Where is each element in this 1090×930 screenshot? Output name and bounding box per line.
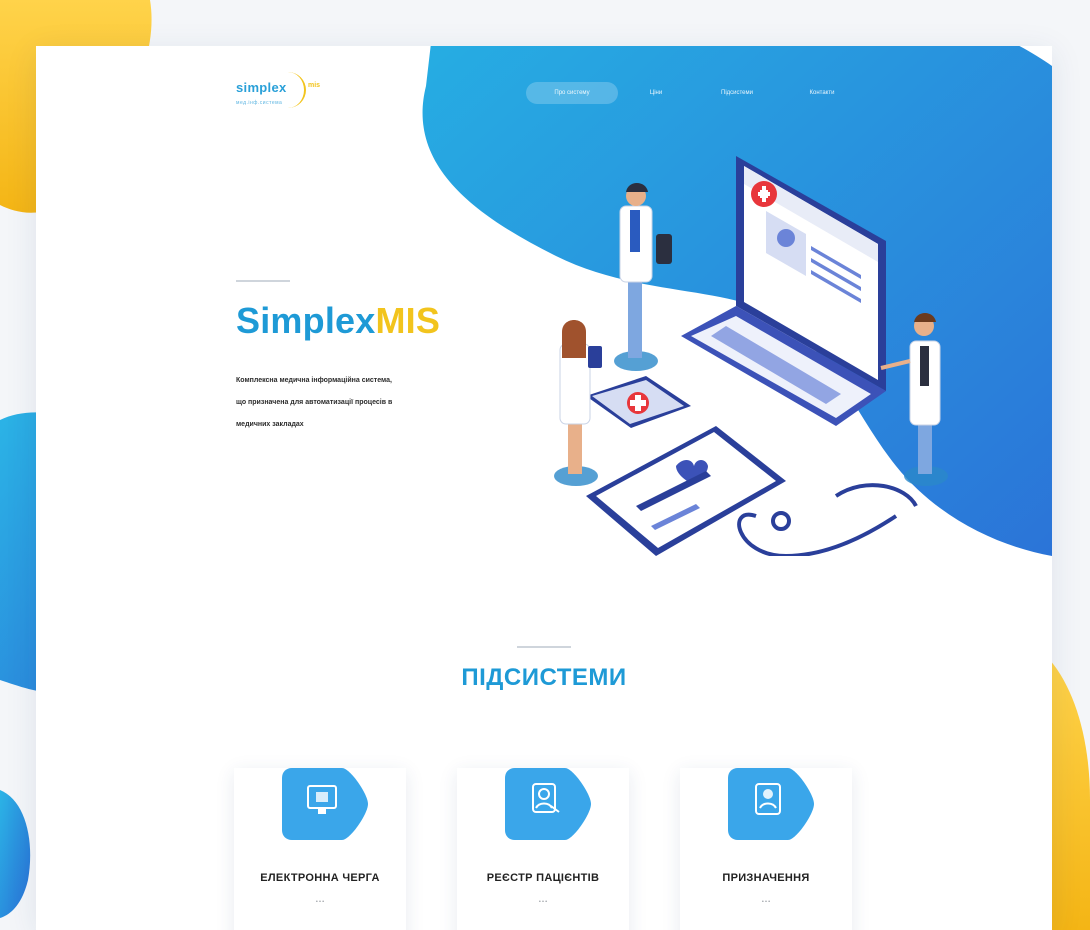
top-nav: Про систему Ціни Підсистеми Контакти bbox=[526, 82, 1006, 104]
laptop-icon bbox=[681, 156, 886, 426]
card-icon-badge bbox=[503, 762, 593, 846]
nav-item-prices[interactable]: Ціни bbox=[634, 82, 678, 104]
subsystem-card-prescription[interactable]: ПРИЗНАЧЕННЯ • • • bbox=[680, 768, 852, 930]
hero-illustration bbox=[554, 156, 948, 556]
card-icon-badge bbox=[726, 762, 816, 846]
hero-divider bbox=[236, 280, 290, 282]
logo-tag: mis bbox=[308, 82, 321, 89]
logo-subtitle: мед.інф.система bbox=[236, 100, 283, 106]
card-title: РЕЄСТР ПАЦІЄНТІВ bbox=[486, 872, 600, 884]
card-meta: • • • bbox=[315, 899, 325, 905]
section-title: ПІДСИСТЕМИ bbox=[461, 664, 627, 691]
nav-item-about[interactable]: Про систему bbox=[526, 82, 618, 104]
doctor-icon bbox=[880, 313, 948, 486]
hero-title: SimplexMIS bbox=[236, 300, 440, 342]
card-title: ПРИЗНАЧЕННЯ bbox=[722, 872, 810, 884]
card-icon-badge bbox=[280, 762, 370, 846]
nav-item-contacts[interactable]: Контакти bbox=[792, 82, 852, 104]
card-title: ЕЛЕКТРОННА ЧЕРГА bbox=[260, 872, 380, 884]
subsystem-card-queue[interactable]: ЕЛЕКТРОННА ЧЕРГА • • • bbox=[234, 768, 406, 930]
patient-registry-icon bbox=[505, 768, 591, 840]
tablet-icon bbox=[586, 376, 691, 428]
nav-item-subsystems[interactable]: Підсистеми bbox=[702, 82, 772, 104]
stethoscope-icon bbox=[737, 483, 918, 556]
hero-desc-line: що призначена для автоматизації процесів… bbox=[236, 399, 393, 406]
hero-description: Комплексна медична інформаційна система,… bbox=[236, 370, 456, 436]
logo[interactable]: simplex mis мед.інф.система bbox=[236, 70, 346, 114]
clipboard-icon bbox=[586, 426, 786, 556]
hero-desc-line: Комплексна медична інформаційна система, bbox=[236, 377, 392, 384]
card-meta: • • • bbox=[761, 899, 771, 905]
section-divider bbox=[517, 646, 571, 648]
yellow-blob-bottom-right bbox=[1050, 660, 1090, 930]
hero-title-part1: Simplex bbox=[236, 300, 376, 341]
hero-title-part2: MIS bbox=[375, 300, 441, 341]
card-meta: • • • bbox=[538, 899, 548, 905]
page-card: simplex mis мед.інф.система Про систему … bbox=[36, 46, 1052, 930]
subsystem-card-registry[interactable]: РЕЄСТР ПАЦІЄНТІВ • • • bbox=[457, 768, 629, 930]
doctor-icon bbox=[614, 183, 672, 371]
hero-desc-line: медичних закладах bbox=[236, 421, 304, 428]
monitor-icon bbox=[282, 768, 368, 840]
doctor-icon bbox=[554, 320, 602, 486]
blue-blob-bottom-left bbox=[0, 790, 31, 918]
logo-arc bbox=[286, 72, 306, 108]
prescription-icon bbox=[728, 768, 814, 840]
logo-word: simplex bbox=[236, 80, 287, 95]
